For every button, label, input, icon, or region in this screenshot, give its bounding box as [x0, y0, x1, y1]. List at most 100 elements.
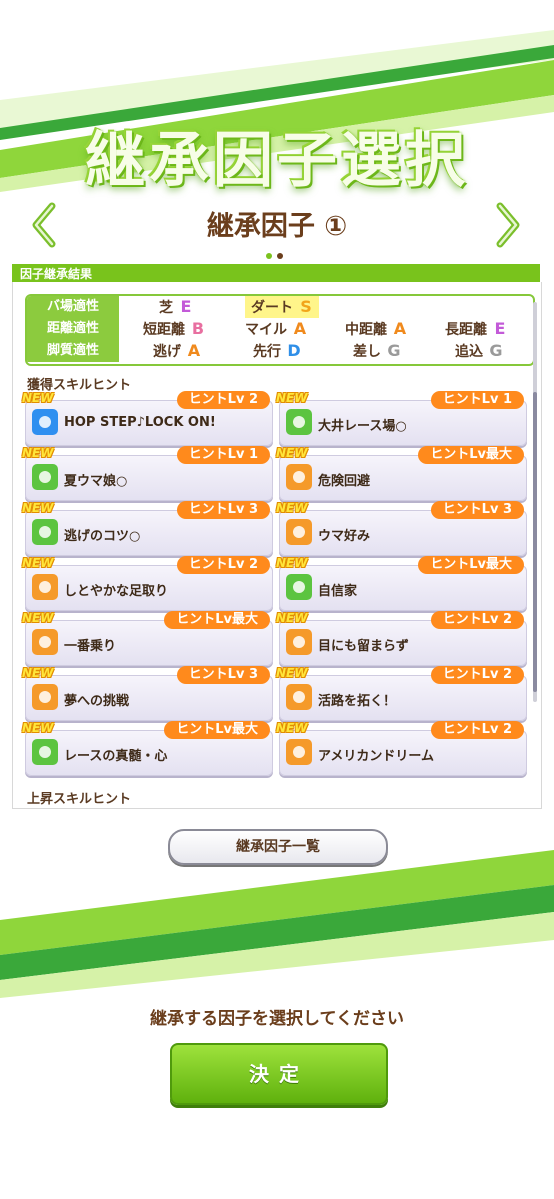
skill-name: レースの真髄・心	[64, 749, 168, 764]
screen-title: 継承因子選択	[85, 126, 469, 196]
hint-level-badge: ヒントLv 3	[430, 501, 524, 519]
runner-icon	[32, 684, 58, 710]
grade-badge: G	[489, 341, 503, 360]
dodge-icon	[286, 464, 312, 490]
skill-hint-card[interactable]: NEW ヒントLv最大危険回避	[276, 446, 527, 501]
aptitude-table: バ場適性 芝E ダート S 距離適性 短距離 B マイル A 中距離 A 長距離 E 脚質…	[25, 294, 535, 366]
aptitude-label: 距離適性	[27, 318, 119, 341]
grade-badge: A	[187, 341, 201, 360]
new-badge: NEW	[22, 666, 54, 680]
hint-level-badge: ヒントLv最大	[418, 556, 524, 574]
aptitude-item: 逃げ A	[153, 341, 201, 360]
aptitude-item: 中距離 A	[345, 319, 407, 338]
skill-hint-card[interactable]: NEW ヒントLv最大レースの真髄・心	[22, 721, 273, 776]
aptitude-item: 芝E	[159, 297, 192, 316]
new-badge: NEW	[276, 721, 308, 735]
skill-hint-card[interactable]: NEW ヒントLv 2 しとやかな足取り	[22, 556, 273, 611]
hint-level-badge: ヒントLv最大	[164, 721, 270, 739]
result-panel[interactable]: バ場適性 芝E ダート S 距離適性 短距離 B マイル A 中距離 A 長距離 E 脚質…	[12, 282, 542, 809]
aptitude-item: 追込 G	[455, 341, 503, 360]
hint-level-badge: ヒントLv 2	[430, 611, 524, 629]
footer-stripes	[0, 840, 554, 1010]
runner-icon	[286, 629, 312, 655]
runner-icon	[32, 629, 58, 655]
page-indicator	[266, 244, 288, 263]
grade-badge: A	[393, 319, 407, 338]
upgrade-skills-heading: 上昇スキルヒント	[27, 792, 132, 807]
skill-name: しとやかな足取り	[64, 584, 169, 599]
skill-name: ウマ好み	[318, 529, 371, 544]
skill-hint-card[interactable]: NEW ヒントLv最大 一番乗り	[22, 611, 273, 666]
grade-badge: A	[293, 319, 307, 338]
skill-hint-card[interactable]: NEW ヒントLv 3 夢への挑戦	[22, 666, 273, 721]
new-badge: NEW	[22, 501, 54, 515]
skill-name: 夏ウマ娘○	[64, 474, 128, 489]
grade-badge: E	[180, 297, 192, 316]
scrollbar-thumb[interactable]	[533, 392, 537, 692]
skill-name: 逃げのコツ○	[64, 529, 141, 544]
grade-badge: B	[191, 319, 205, 338]
new-badge: NEW	[276, 556, 308, 570]
skill-name: 自信家	[318, 584, 358, 599]
runner-icon	[32, 574, 58, 600]
skill-name: 活路を拓く！	[318, 694, 397, 709]
skill-name: HOP STEP♪LOCK ON!	[64, 415, 216, 430]
skill-hint-card[interactable]: NEW ヒントLv 3 ウマ好み	[276, 501, 527, 556]
new-badge: NEW	[22, 721, 54, 735]
skill-hint-card[interactable]: NEW ヒントLv 2 アメリカンドリーム	[276, 721, 527, 776]
hint-level-badge: ヒントLv 3	[176, 501, 270, 519]
skill-hint-card[interactable]: NEW ヒントLv 2 活路を拓く！	[276, 666, 527, 721]
hint-level-badge: ヒントLv 3	[176, 666, 270, 684]
card-icon	[286, 574, 312, 600]
heart-icon	[32, 739, 58, 765]
page-dot[interactable]	[277, 253, 283, 259]
aptitude-item: 差し G	[353, 341, 401, 360]
sparkle-icon	[32, 409, 58, 435]
section-header: 因子継承結果	[12, 264, 540, 282]
factor-subtitle: 継承因子 ①	[206, 211, 348, 242]
new-badge: NEW	[22, 556, 54, 570]
new-badge: NEW	[276, 446, 308, 460]
new-badge: NEW	[276, 666, 308, 680]
new-badge: NEW	[276, 391, 308, 405]
hint-level-badge: ヒントLv最大	[418, 446, 524, 464]
skill-hint-card[interactable]: NEW ヒントLv 2 HOP STEP♪LOCK ON!	[22, 391, 273, 446]
aptitude-label: 脚質適性	[27, 340, 119, 363]
new-badge: NEW	[22, 446, 54, 460]
confirm-button[interactable]: 決定	[170, 1043, 388, 1105]
new-badge: NEW	[276, 611, 308, 625]
card-icon	[32, 464, 58, 490]
aptitude-row-distance: 距離適性 短距離 B マイル A 中距離 A 長距離 E	[27, 318, 533, 341]
grade-badge: D	[287, 341, 301, 360]
grade-badge: E	[494, 319, 506, 338]
skill-hint-card[interactable]: NEW ヒントLv 1 夏ウマ娘○	[22, 446, 273, 501]
runner-icon	[286, 519, 312, 545]
skill-name: 一番乗り	[64, 639, 117, 654]
book-icon	[32, 519, 58, 545]
aptitude-item-highlight: ダート S	[245, 296, 319, 318]
skill-name: アメリカンドリーム	[318, 749, 434, 764]
instruction-text: 継承する因子を選択してください	[150, 1009, 404, 1029]
hint-level-badge: ヒントLv 2	[430, 666, 524, 684]
grade-badge: G	[387, 341, 401, 360]
skill-hint-card[interactable]: NEW ヒントLv 1 大井レース場○	[276, 391, 527, 446]
aptitude-row-surface: バ場適性 芝E ダート S	[27, 296, 533, 319]
hint-level-badge: ヒントLv 1	[430, 391, 524, 409]
skill-hint-card[interactable]: NEW ヒントLv 2 目にも留まらず	[276, 611, 527, 666]
panel-scrollbar[interactable]	[533, 302, 537, 702]
aptitude-row-style: 脚質適性 逃げ A 先行 D 差し G 追込 G	[27, 340, 533, 363]
hint-level-badge: ヒントLv最大	[164, 611, 270, 629]
grade-badge: S	[300, 297, 312, 316]
skill-hint-card[interactable]: NEW ヒントLv 3 逃げのコツ○	[22, 501, 273, 556]
new-badge: NEW	[22, 391, 54, 405]
aptitude-item: 先行 D	[253, 341, 301, 360]
section-header-label: 因子継承結果	[20, 267, 93, 281]
aptitude-label: バ場適性	[27, 296, 119, 319]
skill-name: 危険回避	[318, 474, 371, 489]
aptitude-item: 短距離 B	[143, 319, 205, 338]
skill-hint-card[interactable]: NEW ヒントLv最大自信家	[276, 556, 527, 611]
runner-icon	[286, 739, 312, 765]
aptitude-item: マイル A	[245, 319, 307, 338]
page-dot-active[interactable]	[266, 253, 272, 259]
new-badge: NEW	[276, 501, 308, 515]
